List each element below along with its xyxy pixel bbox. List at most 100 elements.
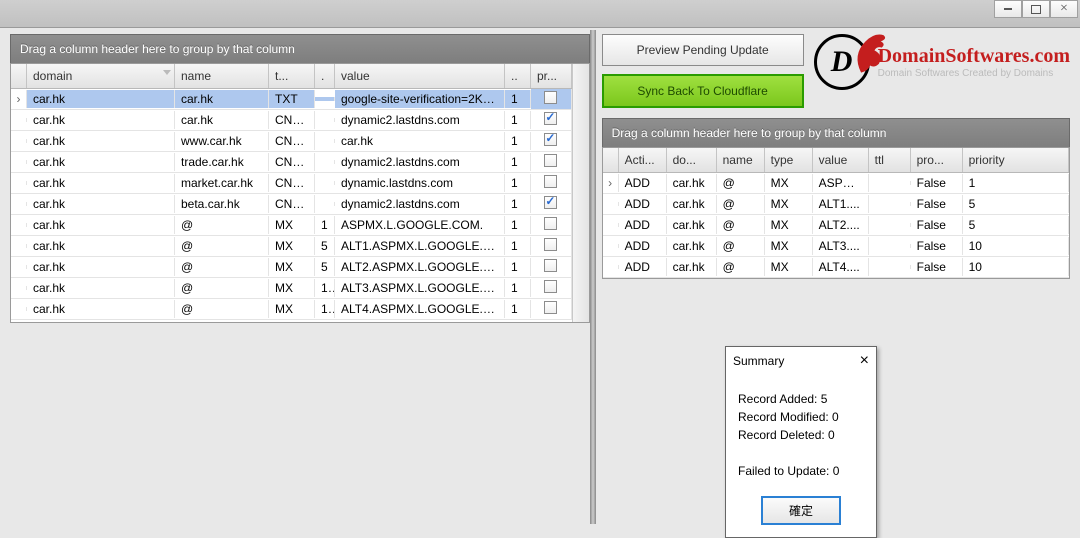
summary-modified: Record Modified: 0 xyxy=(738,408,864,426)
cell-type: MX xyxy=(269,300,315,318)
cell-type: MX xyxy=(765,195,813,213)
row-indicator xyxy=(603,265,619,269)
col-domain[interactable]: domain xyxy=(27,64,175,88)
cell-proxied[interactable] xyxy=(531,215,572,235)
preview-button[interactable]: Preview Pending Update xyxy=(602,34,804,66)
table-row[interactable]: ›car.hkcar.hkTXTgoogle-site-verification… xyxy=(11,89,572,110)
summary-deleted: Record Deleted: 0 xyxy=(738,426,864,444)
table-row[interactable]: ›ADDcar.hk@MXASPM....False1 xyxy=(603,173,1069,194)
minimize-button[interactable] xyxy=(994,0,1022,18)
row-indicator xyxy=(11,139,27,143)
cell-ttl: 1 xyxy=(505,258,531,276)
row-indicator xyxy=(11,202,27,206)
cell-domain: car.hk xyxy=(27,195,175,213)
cell-type: MX xyxy=(765,174,813,192)
cell-value: ASPMX.L.GOOGLE.COM. xyxy=(335,216,505,234)
table-row[interactable]: car.hk@MX10ALT4.ASPMX.L.GOOGLE.CO...1 xyxy=(11,299,572,320)
cell-domain: car.hk xyxy=(27,174,175,192)
cell-proxied[interactable] xyxy=(531,194,572,214)
table-row[interactable]: car.hkwww.car.hkCNA...car.hk1 xyxy=(11,131,572,152)
row-indicator xyxy=(11,265,27,269)
col-value[interactable]: value xyxy=(335,64,505,88)
window-close-button[interactable] xyxy=(1050,0,1078,18)
cell-proxied[interactable] xyxy=(531,110,572,130)
cell-domain: car.hk xyxy=(27,111,175,129)
brand-name: DomainSoftwares.com xyxy=(878,45,1070,68)
cell-ttl: 1 xyxy=(505,90,531,108)
summary-added: Record Added: 5 xyxy=(738,390,864,408)
table-row[interactable]: car.hk@MX1ASPMX.L.GOOGLE.COM.1 xyxy=(11,215,572,236)
cell-ttl: 1 xyxy=(505,174,531,192)
cell-domain: car.hk xyxy=(27,216,175,234)
window-titlebar xyxy=(0,0,1080,28)
table-row[interactable]: car.hkbeta.car.hkCNA...dynamic2.lastdns.… xyxy=(11,194,572,215)
cell-proxied[interactable] xyxy=(531,257,572,277)
col-proxied[interactable]: pr... xyxy=(531,64,572,88)
cell-proxied[interactable] xyxy=(531,173,572,193)
table-row[interactable]: car.hkmarket.car.hkCNA...dynamic.lastdns… xyxy=(11,173,572,194)
cell-domain: car.hk xyxy=(27,153,175,171)
cell-ttl: 1 xyxy=(505,132,531,150)
cell-proxied[interactable] xyxy=(531,278,572,298)
cell-value: dynamic2.lastdns.com xyxy=(335,153,505,171)
summary-failed: Failed to Update: 0 xyxy=(738,462,864,480)
cell-name: @ xyxy=(717,216,765,234)
table-row[interactable]: ADDcar.hk@MXALT1....False5 xyxy=(603,194,1069,215)
cell-value: dynamic2.lastdns.com xyxy=(335,195,505,213)
dialog-close-icon[interactable]: × xyxy=(860,352,869,370)
col-ttl[interactable]: ttl xyxy=(869,148,911,172)
cell-domain: car.hk xyxy=(27,258,175,276)
table-row[interactable]: car.hk@MX5ALT1.ASPMX.L.GOOGLE.CO...1 xyxy=(11,236,572,257)
maximize-button[interactable] xyxy=(1022,0,1050,18)
cell-value: ALT4.... xyxy=(813,258,869,276)
cell-domain: car.hk xyxy=(667,216,717,234)
cell-proxied[interactable] xyxy=(531,131,572,151)
table-row[interactable]: car.hk@MX5ALT2.ASPMX.L.GOOGLE.CO...1 xyxy=(11,257,572,278)
col-action[interactable]: Acti... xyxy=(619,148,667,172)
cell-dot xyxy=(315,202,335,206)
cell-proxied[interactable] xyxy=(531,299,572,319)
group-by-panel-right[interactable]: Drag a column header here to group by th… xyxy=(602,118,1070,147)
scrollbar[interactable] xyxy=(572,64,589,322)
col-domain[interactable]: do... xyxy=(667,148,717,172)
col-dot[interactable]: . xyxy=(315,64,335,88)
table-row[interactable]: car.hkcar.hkCNA...dynamic2.lastdns.com1 xyxy=(11,110,572,131)
col-priority[interactable]: priority xyxy=(963,148,1069,172)
cell-domain: car.hk xyxy=(27,300,175,318)
cell-name: @ xyxy=(175,279,269,297)
row-indicator xyxy=(11,118,27,122)
cell-ttl xyxy=(869,244,911,248)
cell-name: @ xyxy=(175,216,269,234)
table-row[interactable]: ADDcar.hk@MXALT3....False10 xyxy=(603,236,1069,257)
col-proxied[interactable]: pro... xyxy=(911,148,963,172)
table-row[interactable]: car.hktrade.car.hkCNA...dynamic2.lastdns… xyxy=(11,152,572,173)
table-row[interactable]: ADDcar.hk@MXALT4....False10 xyxy=(603,257,1069,278)
cell-priority: 1 xyxy=(963,174,1069,192)
dns-records-grid[interactable]: domain name t... . value .. pr... ›car.h… xyxy=(10,63,590,323)
pending-grid[interactable]: Acti... do... name type value ttl pro...… xyxy=(602,147,1070,279)
table-row[interactable]: ADDcar.hk@MXALT2....False5 xyxy=(603,215,1069,236)
cell-name: @ xyxy=(175,300,269,318)
cell-proxied[interactable] xyxy=(531,152,572,172)
cell-type: MX xyxy=(269,279,315,297)
col-ttl[interactable]: .. xyxy=(505,64,531,88)
cell-dot xyxy=(315,181,335,185)
dialog-ok-button[interactable]: 確定 xyxy=(761,496,841,525)
cell-dot: 5 xyxy=(315,258,335,276)
row-indicator xyxy=(11,244,27,248)
cell-value: ALT2.ASPMX.L.GOOGLE.CO... xyxy=(335,258,505,276)
col-name[interactable]: name xyxy=(717,148,765,172)
cell-proxied: False xyxy=(911,237,963,255)
cell-dot: 10 xyxy=(315,279,335,297)
table-row[interactable]: car.hk@MX10ALT3.ASPMX.L.GOOGLE.CO...1 xyxy=(11,278,572,299)
col-type[interactable]: t... xyxy=(269,64,315,88)
col-value[interactable]: value xyxy=(813,148,869,172)
group-by-panel[interactable]: Drag a column header here to group by th… xyxy=(10,34,590,63)
cell-proxied[interactable] xyxy=(531,89,572,109)
col-name[interactable]: name xyxy=(175,64,269,88)
col-type[interactable]: type xyxy=(765,148,813,172)
cell-proxied[interactable] xyxy=(531,236,572,256)
cell-action: ADD xyxy=(619,237,667,255)
sync-button[interactable]: Sync Back To Cloudflare xyxy=(602,74,804,108)
row-indicator xyxy=(11,286,27,290)
